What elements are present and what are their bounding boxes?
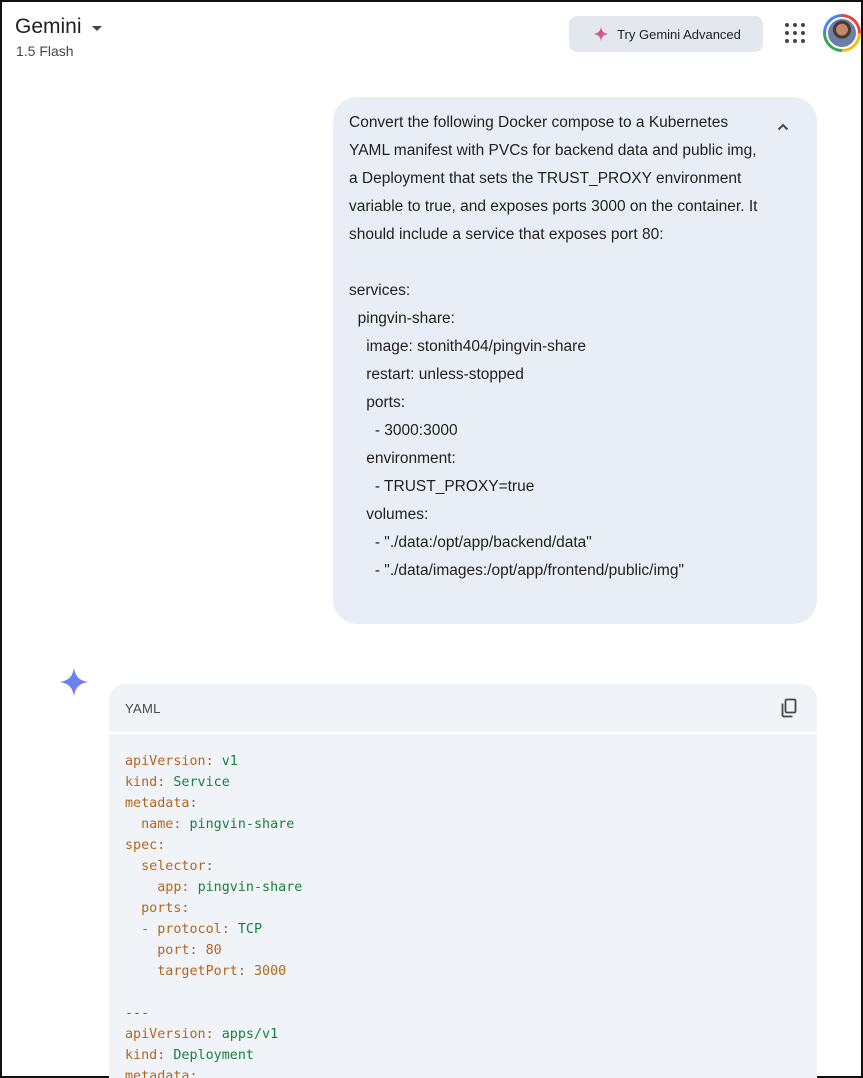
yaml-key: kind: (125, 1048, 166, 1063)
yaml-key: metadata: (125, 796, 198, 811)
yaml-key: name: (141, 817, 182, 832)
app-title: Gemini (15, 15, 82, 38)
copy-code-button[interactable] (777, 696, 801, 720)
gemini-sparkle-icon (59, 667, 89, 697)
sparkle-icon (593, 26, 609, 42)
copy-icon (781, 698, 797, 718)
code-block: YAML apiVersion: v1 kind: Service metadata… (109, 684, 817, 1078)
yaml-value: 3000 (254, 964, 287, 979)
code-line: selector: (125, 856, 801, 877)
yaml-key: selector: (141, 859, 214, 874)
code-line: metadata: (125, 793, 801, 814)
try-gemini-advanced-label: Try Gemini Advanced (617, 26, 741, 42)
user-avatar[interactable] (823, 14, 861, 52)
yaml-value: TCP (237, 922, 263, 937)
yaml-key: protocol: (157, 922, 230, 937)
code-content: apiVersion: v1 kind: Service metadata: nam… (109, 734, 817, 1078)
collapse-prompt-button[interactable] (771, 115, 795, 139)
code-line: name: pingvin-share (125, 814, 801, 835)
code-line: targetPort: 3000 (125, 961, 801, 982)
model-switcher[interactable]: Gemini 1.5 Flash (15, 15, 102, 59)
yaml-document-separator: --- (125, 1006, 150, 1021)
yaml-value: Deployment (173, 1048, 254, 1063)
code-line: port: 80 (125, 940, 801, 961)
code-line: kind: Deployment (125, 1045, 801, 1066)
yaml-value: pingvin-share (189, 817, 295, 832)
apps-grid-icon[interactable] (783, 21, 807, 45)
code-line: --- (125, 1003, 801, 1024)
code-line: spec: (125, 835, 801, 856)
yaml-key: port: (157, 943, 198, 958)
yaml-key: app: (157, 880, 190, 895)
code-language-label: YAML (125, 700, 161, 716)
yaml-key: apiVersion: (125, 754, 214, 769)
yaml-key: spec: (125, 838, 166, 853)
yaml-value: apps/v1 (221, 1027, 279, 1042)
chevron-up-icon (777, 123, 789, 131)
yaml-list-dash: - (141, 922, 158, 937)
code-line: ports: (125, 898, 801, 919)
yaml-value: Service (173, 775, 230, 790)
yaml-value: pingvin-share (197, 880, 303, 895)
top-bar: Gemini 1.5 Flash Try Gemini Advanced (2, 2, 861, 82)
model-version: 1.5 Flash (16, 43, 74, 59)
code-line: metadata: (125, 1066, 801, 1078)
model-switcher-row[interactable]: Gemini (15, 15, 102, 39)
code-block-header: YAML (109, 684, 817, 734)
avatar-photo (826, 17, 858, 49)
yaml-key: targetPort: (157, 964, 246, 979)
yaml-key: metadata: (125, 1069, 198, 1078)
user-prompt-text: Convert the following Docker compose to … (349, 114, 758, 579)
yaml-key: kind: (125, 775, 166, 790)
code-line: - protocol: TCP (125, 919, 801, 940)
user-prompt-bubble: Convert the following Docker compose to … (333, 97, 817, 624)
yaml-value: v1 (221, 754, 238, 769)
dropdown-caret-icon[interactable] (91, 25, 102, 31)
code-line: app: pingvin-share (125, 877, 801, 898)
code-line: apiVersion: v1 (125, 751, 801, 772)
yaml-value: 80 (205, 943, 222, 958)
code-line: kind: Service (125, 772, 801, 793)
code-line: apiVersion: apps/v1 (125, 1024, 801, 1045)
try-gemini-advanced-button[interactable]: Try Gemini Advanced (569, 16, 763, 52)
yaml-key: ports: (141, 901, 190, 916)
yaml-key: apiVersion: (125, 1027, 214, 1042)
